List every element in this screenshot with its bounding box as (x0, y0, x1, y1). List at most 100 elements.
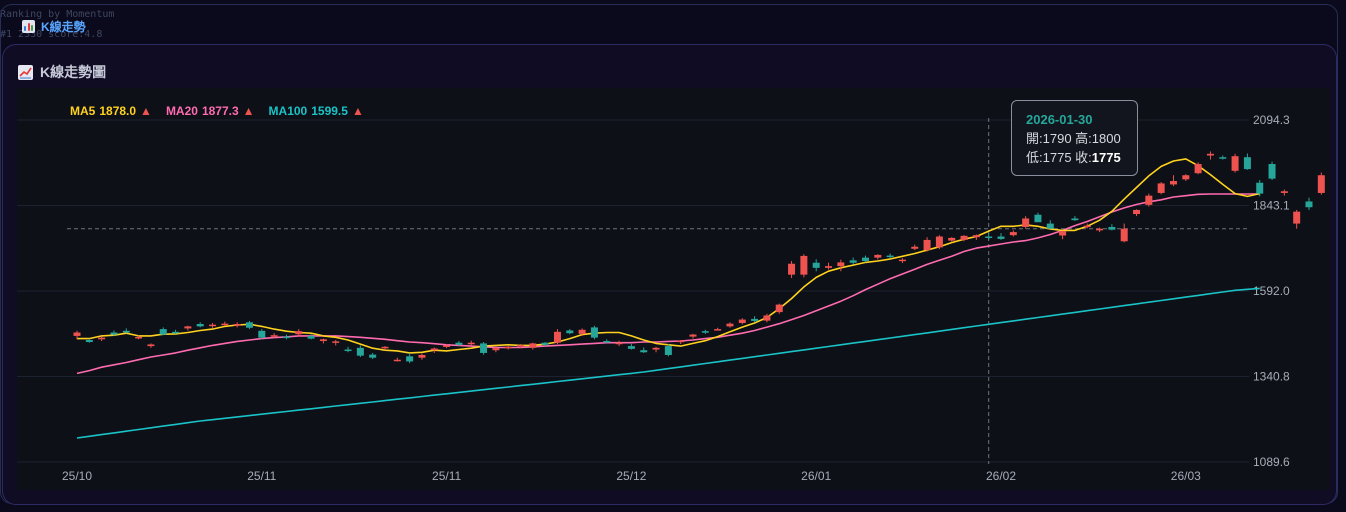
candle-body (245, 322, 253, 328)
candle-body (825, 266, 833, 268)
bar-chart-icon (22, 19, 35, 33)
candle-body (837, 262, 845, 267)
candle-body (430, 348, 438, 351)
candle-body (443, 345, 451, 347)
candle-tooltip: 2026-01-30 開:1790 高:1800 低:1775 收:1775 (1011, 100, 1138, 176)
candle-body (455, 342, 463, 345)
legend-ma100-value: 1599.5 (311, 104, 348, 118)
candle-body (282, 336, 290, 339)
x-tick-label: 26/01 (801, 469, 831, 483)
candle-body (1157, 183, 1165, 193)
candle-body (812, 262, 820, 268)
ma-line-ma100 (76, 287, 1260, 439)
candle-body (122, 330, 130, 333)
candle-body (997, 236, 1005, 239)
candle-body (874, 254, 882, 258)
candle-body (307, 335, 315, 339)
candle-body (85, 340, 93, 343)
tooltip-high-label: 高: (1075, 131, 1092, 146)
candle-body (393, 359, 401, 362)
tooltip-close: 1775 (1091, 150, 1121, 165)
candle-body (664, 346, 672, 355)
candle-body (923, 239, 931, 251)
line-chart-icon (18, 64, 33, 80)
candle-body (1108, 226, 1116, 230)
candle-body (1206, 153, 1214, 156)
tab-kline[interactable]: K線走勢 (22, 17, 86, 35)
tooltip-date: 2026-01-30 (1026, 112, 1093, 127)
candle-body (1071, 218, 1079, 221)
candle-body (615, 342, 623, 345)
candle-body (135, 336, 143, 339)
candle-body (73, 332, 81, 336)
candle-body (1059, 231, 1067, 236)
candle-body (627, 346, 635, 349)
candle-body (1096, 228, 1104, 231)
legend-ma20-name: MA20 (165, 104, 198, 118)
candle-body (714, 329, 722, 331)
candle-body (319, 339, 327, 342)
candle-body (332, 341, 340, 343)
candle-body (1194, 164, 1202, 174)
tooltip-close-label: 收: (1075, 150, 1092, 165)
candle-body (1243, 157, 1251, 170)
tooltip-low-label: 低: (1026, 150, 1043, 165)
candle-body (147, 344, 155, 347)
candle-body (356, 347, 364, 356)
candle-body (270, 335, 278, 337)
legend-ma100: MA100 1599.5 ▲ (269, 104, 364, 118)
candle-body (1305, 201, 1313, 208)
candle-body (751, 318, 759, 321)
candle-body (233, 324, 241, 326)
panel-title: K線走勢圖 (40, 64, 107, 80)
candle-body (184, 326, 192, 329)
candle-body (689, 334, 697, 337)
candle-body (541, 342, 549, 345)
candle-body (504, 346, 512, 349)
y-tick-label: 1592.0 (1253, 284, 1290, 298)
candle-body (344, 349, 352, 352)
candle-body (677, 340, 685, 343)
candle-body (1034, 214, 1042, 223)
candle-body (1169, 181, 1177, 185)
candle-body (1280, 191, 1288, 193)
candle-body (1145, 195, 1153, 205)
candle-body (972, 235, 980, 238)
candle-body (985, 236, 993, 239)
legend-ma20-value: 1877.3 (201, 104, 239, 118)
candle-body (935, 236, 943, 248)
candle-body (196, 324, 204, 327)
candle-body (603, 341, 611, 343)
candle-body (1293, 211, 1301, 224)
y-tick-label: 1843.1 (1253, 199, 1290, 213)
candle-body (640, 350, 648, 353)
candle-body (738, 319, 746, 323)
x-tick-label: 25/11 (432, 469, 461, 483)
up-arrow-icon: ▲ (242, 104, 255, 118)
candle-body (800, 255, 808, 275)
legend-ma5: MA5 1878.0 ▲ (70, 104, 152, 118)
candle-body (898, 259, 906, 262)
candle-body (529, 343, 537, 348)
candle-body (406, 356, 414, 362)
candle-body (110, 332, 118, 335)
tooltip-high: 1800 (1091, 131, 1121, 146)
ma-line-ma5 (77, 158, 1260, 354)
legend-ma20: MA20 1877.3 ▲ (166, 104, 255, 118)
candle-body (726, 323, 734, 327)
candle-body (652, 347, 660, 350)
candle-body (517, 345, 525, 347)
candle-body (566, 330, 574, 334)
candle-body (1009, 232, 1017, 236)
tooltip-low: 1775 (1042, 150, 1072, 165)
tooltip-row-open-high: 開:1790 高:1800 (1026, 129, 1137, 148)
candle-body (1268, 164, 1276, 179)
tab-label: K線走勢 (41, 19, 86, 34)
candle-body (295, 331, 303, 335)
candle-body (1083, 225, 1091, 228)
candle-body (578, 329, 586, 334)
candle-body (960, 235, 968, 240)
candle-body (763, 315, 771, 321)
legend-ma100-name: MA100 (268, 104, 308, 118)
y-tick-label: 2094.3 (1253, 113, 1290, 127)
